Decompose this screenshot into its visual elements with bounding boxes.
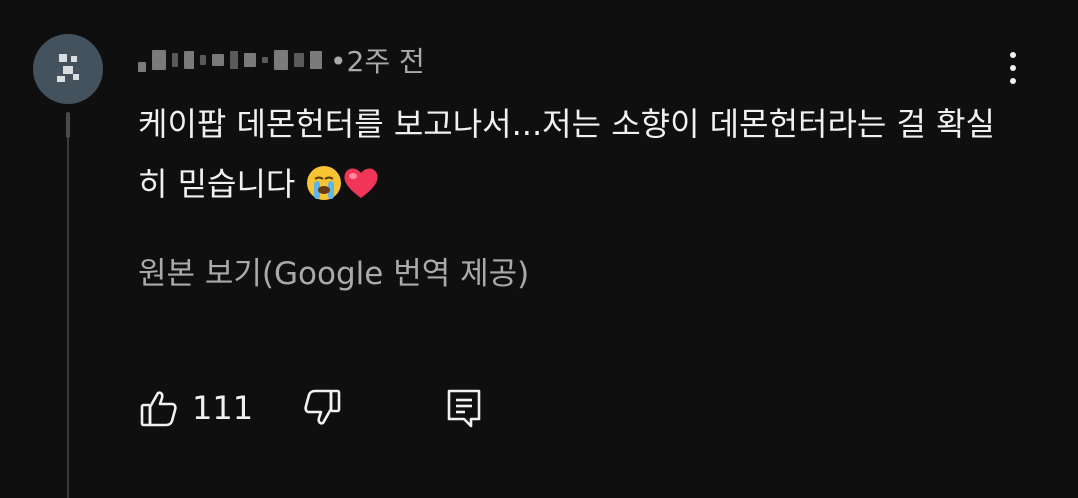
more-vertical-icon[interactable] [996,48,1030,88]
comment-body: 케이팝 데몬헌터를 보고나서...저는 소향이 데몬헌터라는 걸 확실히 믿습니… [138,94,1018,214]
comment-header: •2주 전 [138,40,425,80]
avatar-pixel [57,76,65,82]
like-count: 111 [192,389,254,427]
reply-comment-icon[interactable] [441,385,487,431]
avatar[interactable] [33,34,103,104]
avatar-pixel [73,74,79,80]
author-name-blurred[interactable] [138,48,322,72]
loudly-crying-face-icon [306,166,341,200]
avatar-pixel [63,66,73,74]
thumbs-down-icon[interactable] [299,385,345,431]
thread-collapse-handle[interactable] [66,112,70,138]
avatar-pixel [59,54,67,62]
see-original-link[interactable]: 원본 보기(Google 번역 제공) [138,250,529,298]
thumbs-up-icon[interactable] [136,385,182,431]
comment-actions: 111 [136,382,487,434]
comment-timestamp: •2주 전 [330,45,425,78]
avatar-pixel [71,56,77,62]
red-heart-icon [343,168,378,198]
thread-line [67,116,69,498]
comment-text: 케이팝 데몬헌터를 보고나서...저는 소향이 데몬헌터라는 걸 확실히 믿습니… [138,105,995,203]
